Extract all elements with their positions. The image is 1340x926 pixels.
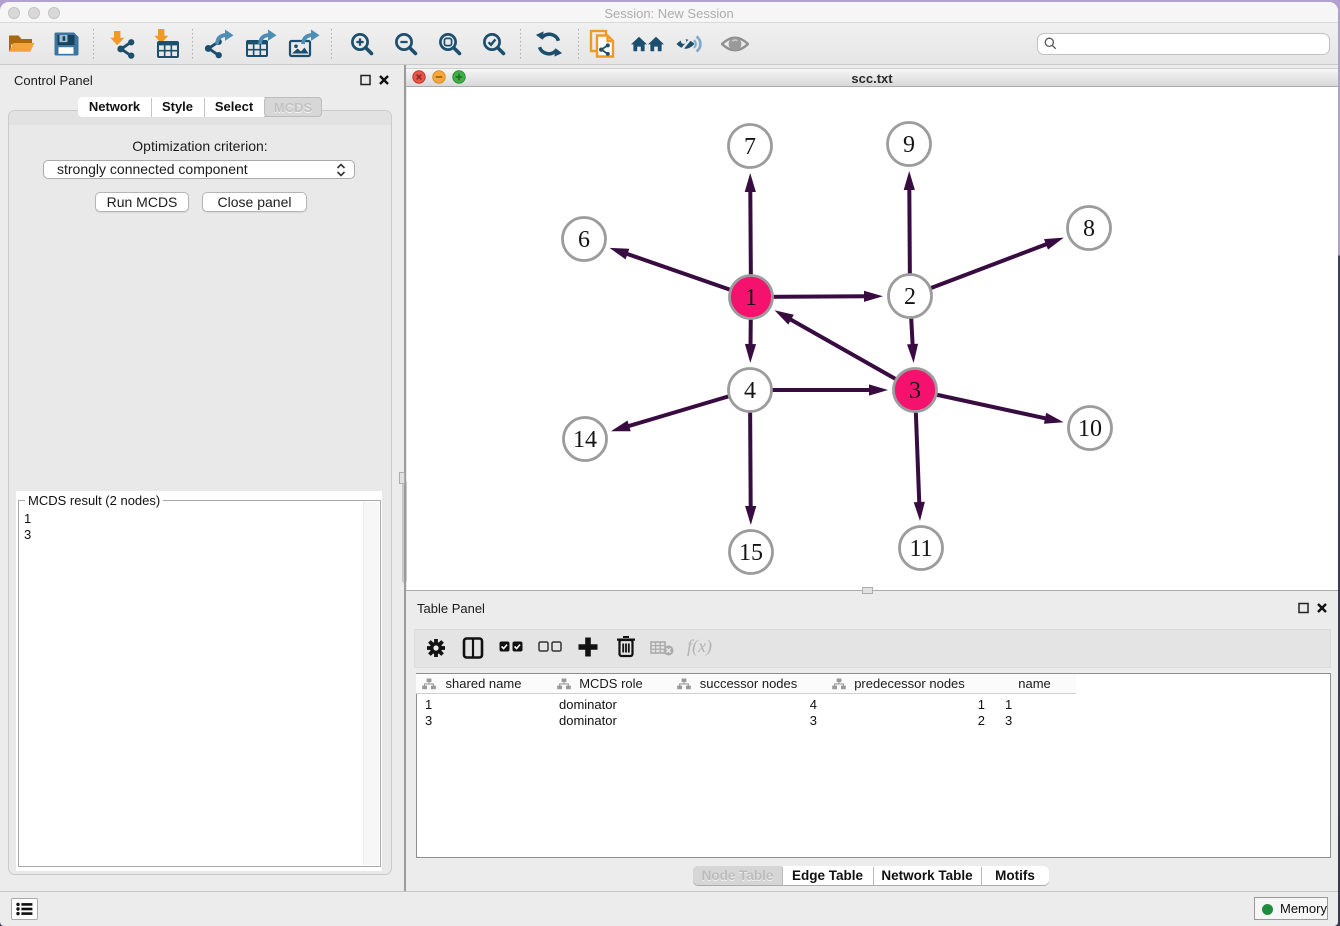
svg-text:10: 10 — [1078, 416, 1102, 442]
svg-text:7: 7 — [744, 134, 756, 160]
svg-text:14: 14 — [573, 427, 597, 453]
svg-text:8: 8 — [1083, 216, 1095, 242]
svg-text:9: 9 — [903, 132, 915, 158]
svg-text:15: 15 — [739, 540, 763, 566]
svg-text:2: 2 — [904, 284, 916, 310]
svg-text:6: 6 — [578, 227, 590, 253]
svg-text:4: 4 — [744, 378, 756, 404]
svg-text:1: 1 — [745, 285, 757, 311]
svg-text:3: 3 — [909, 378, 921, 404]
svg-text:11: 11 — [909, 536, 932, 562]
